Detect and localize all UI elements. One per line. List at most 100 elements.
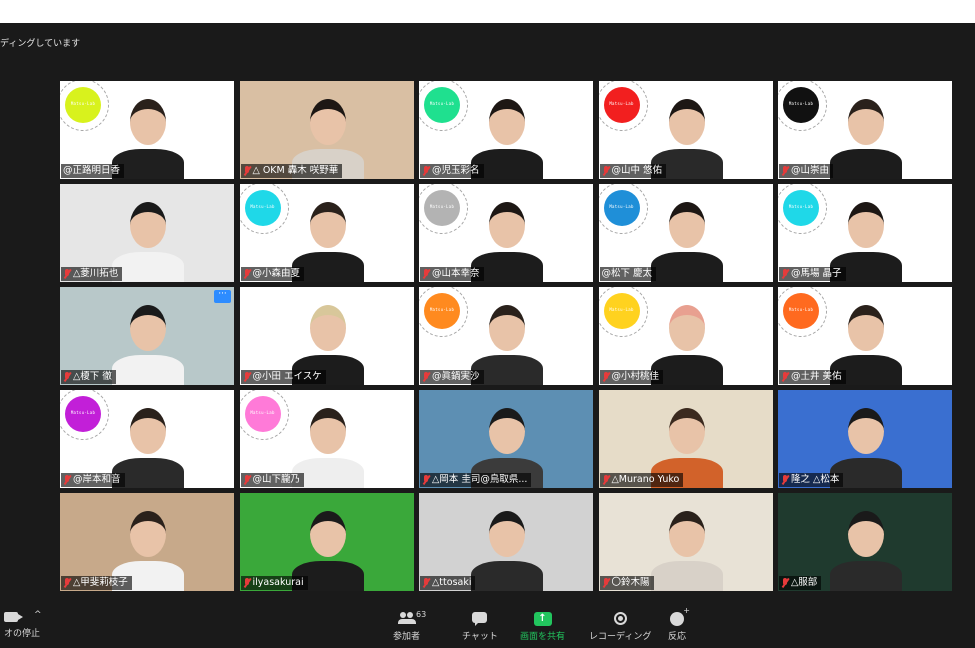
chat-button[interactable]: チャット — [462, 612, 498, 642]
stop-video-button[interactable]: ^ オの停止 — [4, 610, 42, 639]
participant-tile[interactable]: △甲斐莉枝子 — [60, 493, 234, 591]
muted-microphone-icon — [243, 269, 251, 279]
muted-microphone-icon — [781, 578, 789, 588]
participant-tile[interactable]: Matsu-Lab @土井 美佑 — [778, 287, 952, 385]
record-button[interactable]: レコーディング — [589, 612, 651, 642]
participant-name: @小村桃佳 — [611, 371, 660, 382]
participant-name: △服部 — [791, 577, 818, 588]
participant-name: △甲斐莉枝子 — [73, 577, 128, 588]
participant-face — [130, 202, 166, 248]
participant-face — [668, 99, 705, 145]
participant-tile[interactable]: @小田 エイスケ — [239, 287, 414, 385]
participant-body — [112, 355, 184, 385]
sun-logo-text: Matsu-Lab — [250, 204, 275, 209]
participant-tile[interactable]: △菱川拓也 — [60, 184, 234, 282]
participant-tile[interactable]: ··· △榎下 徹 — [60, 287, 234, 385]
participants-button[interactable]: 63 参加者 — [393, 610, 426, 642]
participant-tile[interactable]: Matsu-Lab @岸本和音 — [60, 390, 234, 488]
muted-microphone-icon — [602, 166, 610, 176]
participant-name: @山下朧乃 — [252, 474, 301, 485]
muted-microphone-icon — [422, 269, 430, 279]
record-label: レコーディング — [589, 632, 652, 642]
participant-name-tag: △Murano Yuko — [599, 473, 684, 487]
participant-name-tag: △服部 — [779, 576, 822, 590]
participant-face — [309, 99, 346, 145]
participant-name: @山崇由 — [791, 165, 830, 176]
participant-name-tag: @土井 美佑 — [779, 370, 846, 384]
participant-face — [668, 511, 705, 557]
more-options-button[interactable]: ··· — [214, 290, 231, 303]
muted-microphone-icon — [422, 475, 430, 485]
participant-tile[interactable]: △ttosaki — [419, 493, 593, 591]
participant-face — [489, 511, 525, 557]
participant-name: △岡本 圭司@鳥取県... — [432, 474, 528, 485]
participant-face — [489, 408, 525, 454]
participant-name: △ OKM 轟木 咲野華 — [252, 165, 339, 176]
muted-microphone-icon — [243, 166, 251, 176]
participant-name-tag: @山崇由 — [779, 164, 834, 178]
sun-logo-text: Matsu-Lab — [250, 410, 275, 415]
participant-name-tag: 〇鈴木陽 — [599, 576, 654, 590]
participant-tile[interactable]: Matsu-Lab @山中 悠佑 — [598, 81, 773, 179]
participant-name: @山本幸奈 — [432, 268, 480, 279]
participant-face — [489, 202, 525, 248]
sun-logo-text: Matsu-Lab — [429, 204, 455, 209]
participant-face — [130, 408, 166, 454]
reaction-smile-icon — [670, 606, 690, 626]
participant-tile[interactable]: △服部 — [778, 493, 952, 591]
participant-tile[interactable]: 隆之 △松本 — [778, 390, 952, 488]
participant-face — [130, 305, 166, 351]
participant-face — [130, 99, 166, 145]
participant-body — [471, 561, 543, 591]
stop-video-label: オの停止 — [4, 629, 41, 639]
sun-logo-text: Matsu-Lab — [788, 101, 814, 106]
participant-tile[interactable]: ilyasakurai — [239, 493, 414, 591]
participant-tile[interactable]: Matsu-Lab @小森由夏 — [239, 184, 414, 282]
participant-tile[interactable]: Matsu-Lab @小村桃佳 — [598, 287, 773, 385]
participant-tile[interactable]: Matsu-Lab @馬場 晶子 — [778, 184, 952, 282]
participant-face — [309, 305, 346, 351]
participant-face — [489, 305, 525, 351]
participant-face — [848, 202, 884, 248]
participant-face — [848, 408, 884, 454]
participant-tile[interactable]: △ OKM 轟木 咲野華 — [239, 81, 414, 179]
participant-name: △Murano Yuko — [611, 474, 680, 485]
participant-body — [830, 149, 902, 179]
participant-face — [848, 305, 884, 351]
participant-body — [112, 252, 184, 282]
participant-tile[interactable]: 〇鈴木陽 — [598, 493, 773, 591]
sun-logo-text: Matsu-Lab — [788, 204, 814, 209]
participant-tile[interactable]: Matsu-Lab @松下 慶太 — [598, 184, 773, 282]
reactions-button[interactable]: 反応 — [668, 606, 690, 642]
participant-tile[interactable]: Matsu-Lab @山崇由 — [778, 81, 952, 179]
participant-tile[interactable]: Matsu-Lab @児玉彩名 — [419, 81, 593, 179]
muted-microphone-icon — [63, 578, 71, 588]
participant-tile[interactable]: Matsu-Lab @正路明日香 — [60, 81, 234, 179]
participant-name: @馬場 晶子 — [791, 268, 842, 279]
participant-tile[interactable]: Matsu-Lab @山本幸奈 — [419, 184, 593, 282]
participant-tile[interactable]: △岡本 圭司@鳥取県... — [419, 390, 593, 488]
participant-tile[interactable]: △Murano Yuko — [598, 390, 773, 488]
sun-logo-text: Matsu-Lab — [70, 410, 96, 415]
sun-logo-text: Matsu-Lab — [609, 101, 634, 106]
participant-name-tag: @小田 エイスケ — [240, 370, 326, 384]
participant-tile[interactable]: Matsu-Lab @山下朧乃 — [239, 390, 414, 488]
participant-name: @小田 エイスケ — [252, 371, 322, 382]
participant-face — [668, 202, 705, 248]
participant-name-tag: ilyasakurai — [240, 576, 308, 590]
sun-logo-text: Matsu-Lab — [609, 204, 634, 209]
video-options-chevron[interactable]: ^ — [34, 610, 42, 620]
meeting-window: ディングしています Matsu-Lab @正路明日香 △ OKM 轟木 咲野華 Mat… — [0, 23, 975, 648]
participant-name: △ttosaki — [432, 577, 472, 588]
participant-face — [130, 511, 166, 557]
participant-name-tag: @児玉彩名 — [420, 164, 484, 178]
muted-microphone-icon — [602, 578, 610, 588]
muted-microphone-icon — [422, 372, 430, 382]
participant-name: @松下 慶太 — [601, 268, 653, 279]
sun-logo-text: Matsu-Lab — [609, 307, 634, 312]
participant-face — [309, 511, 346, 557]
share-screen-button[interactable]: ↑ 画面を共有 — [520, 612, 565, 642]
participant-name-tag: @眞鍋実沙 — [420, 370, 484, 384]
participant-name-tag: @小村桃佳 — [599, 370, 664, 384]
participant-tile[interactable]: Matsu-Lab @眞鍋実沙 — [419, 287, 593, 385]
